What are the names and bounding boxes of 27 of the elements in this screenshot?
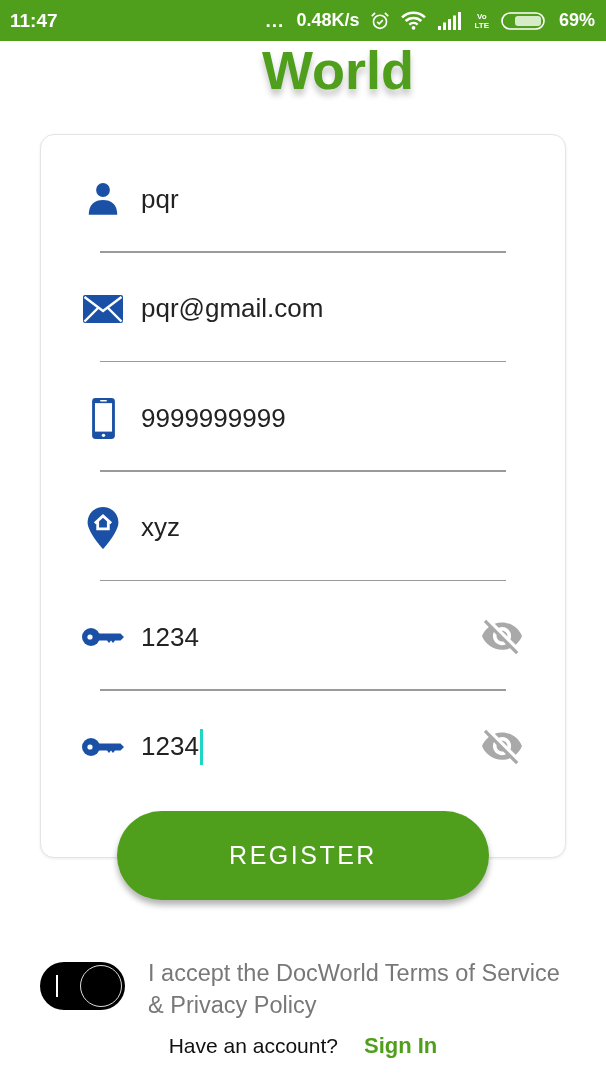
- phone-field[interactable]: 9999999999: [141, 396, 522, 440]
- home-pin-icon: [87, 506, 119, 549]
- envelope-icon: [82, 294, 124, 323]
- volte-indicator: Vo LTE: [474, 11, 489, 30]
- signal-icon: [438, 11, 463, 30]
- name-field[interactable]: pqr: [141, 177, 522, 221]
- wifi-icon: [401, 11, 427, 30]
- key-icon: [82, 627, 124, 647]
- email-field[interactable]: pqr@gmail.com: [141, 286, 522, 331]
- app-logo: World: [262, 43, 414, 97]
- key-icon: [82, 736, 124, 757]
- account-prompt: Have an account?: [168, 1033, 338, 1058]
- address-field[interactable]: xyz: [141, 505, 522, 550]
- alarm-clock-icon: [371, 11, 390, 30]
- password-field[interactable]: 1234: [141, 615, 482, 659]
- terms-toggle[interactable]: [40, 961, 125, 1010]
- phone-icon: [91, 397, 115, 439]
- battery-percent: 69%: [558, 10, 595, 31]
- eye-off-icon[interactable]: [482, 619, 522, 655]
- battery-icon: [500, 11, 547, 30]
- overflow-dots: ...: [265, 11, 285, 30]
- password-field[interactable]: 1234: [141, 724, 482, 769]
- eye-off-icon[interactable]: [482, 728, 522, 765]
- person-icon: [88, 181, 118, 217]
- network-speed: 0.48K/s: [296, 10, 360, 31]
- terms-text: I accept the DocWorld Terms of Service & Privacy Policy: [148, 958, 561, 1020]
- clock-time: 11:47: [10, 9, 58, 32]
